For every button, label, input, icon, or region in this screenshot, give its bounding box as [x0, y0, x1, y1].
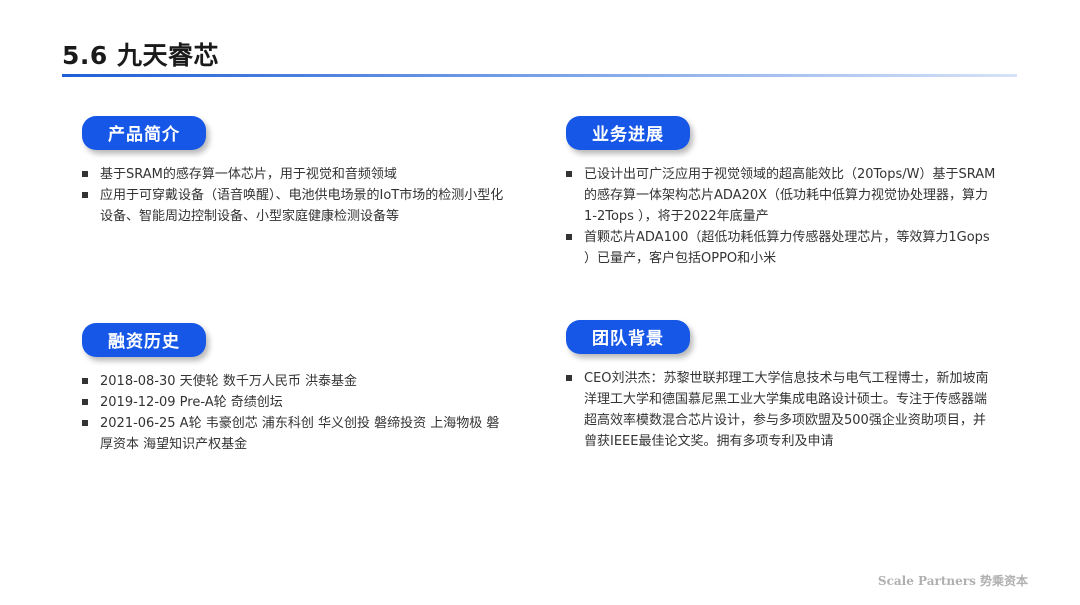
team-heading: 团队背景 — [566, 320, 690, 354]
business-section: 业务进展 已设计出可广泛应用于视觉领域的超高能效比（20Tops/W）基于SRA… — [566, 116, 998, 269]
product-list: 基于SRAM的感存算一体芯片，用于视觉和音频领域 应用于可穿戴设备（语音唤醒）、… — [82, 164, 507, 227]
list-item: 基于SRAM的感存算一体芯片，用于视觉和音频领域 — [82, 164, 507, 185]
list-item: 应用于可穿戴设备（语音唤醒）、电池供电场景的IoT市场的检测小型化设备、智能周边… — [82, 185, 507, 227]
bullet-icon — [82, 192, 88, 198]
list-item: 首颗芯片ADA100（超低功耗低算力传感器处理芯片，等效算力1Gops ）已量产… — [566, 227, 998, 269]
product-section: 产品简介 基于SRAM的感存算一体芯片，用于视觉和音频领域 应用于可穿戴设备（语… — [82, 116, 507, 227]
team-section: 团队背景 CEO刘洪杰：苏黎世联邦理工大学信息技术与电气工程博士，新加坡南洋理工… — [566, 320, 998, 452]
business-list: 已设计出可广泛应用于视觉领域的超高能效比（20Tops/W）基于SRAM的感存算… — [566, 164, 998, 269]
list-item: 2018-08-30 天使轮 数千万人民币 洪泰基金 — [82, 371, 507, 392]
financing-section: 融资历史 2018-08-30 天使轮 数千万人民币 洪泰基金 2019-12-… — [82, 323, 507, 455]
bullet-icon — [566, 171, 572, 177]
list-item: 已设计出可广泛应用于视觉领域的超高能效比（20Tops/W）基于SRAM的感存算… — [566, 164, 998, 227]
bullet-icon — [82, 399, 88, 405]
team-list: CEO刘洪杰：苏黎世联邦理工大学信息技术与电气工程博士，新加坡南洋理工大学和德国… — [566, 368, 998, 452]
page-title: 5.6 九天睿芯 — [62, 41, 219, 70]
bullet-icon — [566, 375, 572, 381]
list-item: CEO刘洪杰：苏黎世联邦理工大学信息技术与电气工程博士，新加坡南洋理工大学和德国… — [566, 368, 998, 452]
title-divider — [62, 74, 1017, 77]
list-item: 2021-06-25 A轮 韦豪创芯 浦东科创 华义创投 磐缔投资 上海物极 磐… — [82, 413, 507, 455]
product-heading: 产品简介 — [82, 116, 206, 150]
financing-list: 2018-08-30 天使轮 数千万人民币 洪泰基金 2019-12-09 Pr… — [82, 371, 507, 455]
list-item: 2019-12-09 Pre-A轮 奇绩创坛 — [82, 392, 507, 413]
financing-heading: 融资历史 — [82, 323, 206, 357]
watermark-logo: Scale Partners 势乘资本 — [877, 574, 1028, 588]
bullet-icon — [82, 420, 88, 426]
business-heading: 业务进展 — [566, 116, 690, 150]
bullet-icon — [566, 234, 572, 240]
bullet-icon — [82, 171, 88, 177]
bullet-icon — [82, 378, 88, 384]
